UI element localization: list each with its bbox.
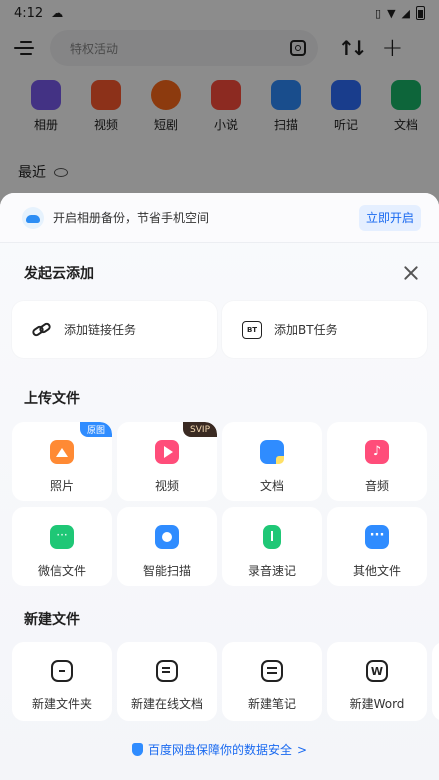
bt-icon: BT <box>242 320 262 339</box>
photo-icon <box>50 440 74 464</box>
edit-document-icon <box>156 660 178 682</box>
security-footer[interactable]: 百度网盘保障你的数据安全 > <box>0 741 439 758</box>
note-icon <box>261 660 283 682</box>
cloud-backup-icon <box>22 206 44 229</box>
new-file-title: 新建文件 <box>24 612 80 628</box>
new-online-doc-button[interactable]: 新建在线文档 <box>117 642 217 721</box>
svip-badge: SVIP <box>183 422 217 437</box>
album-backup-banner[interactable]: 开启相册备份，节省手机空间 立即开启 <box>0 193 439 243</box>
document-icon <box>260 440 284 464</box>
link-icon <box>30 320 53 339</box>
camera-icon <box>155 525 179 549</box>
add-bottom-sheet: 开启相册备份，节省手机空间 立即开启 发起云添加 添加链接任务 BT 添加BT任… <box>0 193 439 780</box>
close-icon[interactable] <box>403 265 419 281</box>
enable-backup-button[interactable]: 立即开启 <box>358 204 421 231</box>
add-bt-task-button[interactable]: BT 添加BT任务 <box>222 301 427 358</box>
upload-title: 上传文件 <box>24 391 80 407</box>
folder-icon <box>51 660 73 682</box>
upload-wechat-file-button[interactable]: 微信文件 <box>12 507 112 586</box>
more-icon <box>365 525 389 549</box>
new-word-button[interactable]: W 新建Word <box>327 642 427 721</box>
banner-text: 开启相册备份，节省手机空间 <box>53 211 210 225</box>
wechat-icon <box>50 525 74 549</box>
microphone-icon <box>263 525 281 549</box>
cloud-add-title: 发起云添加 <box>24 266 94 282</box>
word-icon: W <box>366 660 388 682</box>
new-note-button[interactable]: 新建笔记 <box>222 642 322 721</box>
add-link-task-label: 添加链接任务 <box>64 323 137 337</box>
upload-photo-button[interactable]: 原图 照片 <box>12 422 112 501</box>
upload-document-button[interactable]: 文档 <box>222 422 322 501</box>
security-text: 百度网盘保障你的数据安全 <box>147 743 292 757</box>
upload-video-button[interactable]: SVIP 视频 <box>117 422 217 501</box>
new-folder-button[interactable]: 新建文件夹 <box>12 642 112 721</box>
shield-icon <box>131 743 143 756</box>
voice-memo-button[interactable]: 录音速记 <box>222 507 322 586</box>
upload-audio-button[interactable]: 音频 <box>327 422 427 501</box>
video-icon <box>155 440 179 464</box>
music-note-icon <box>365 440 389 464</box>
upload-other-file-button[interactable]: 其他文件 <box>327 507 427 586</box>
original-image-badge: 原图 <box>79 422 112 437</box>
add-link-task-button[interactable]: 添加链接任务 <box>12 301 217 358</box>
next-tile-peek[interactable] <box>432 642 439 721</box>
chevron-right-icon: > <box>296 742 308 757</box>
add-bt-task-label: 添加BT任务 <box>274 323 338 337</box>
smart-scan-button[interactable]: 智能扫描 <box>117 507 217 586</box>
